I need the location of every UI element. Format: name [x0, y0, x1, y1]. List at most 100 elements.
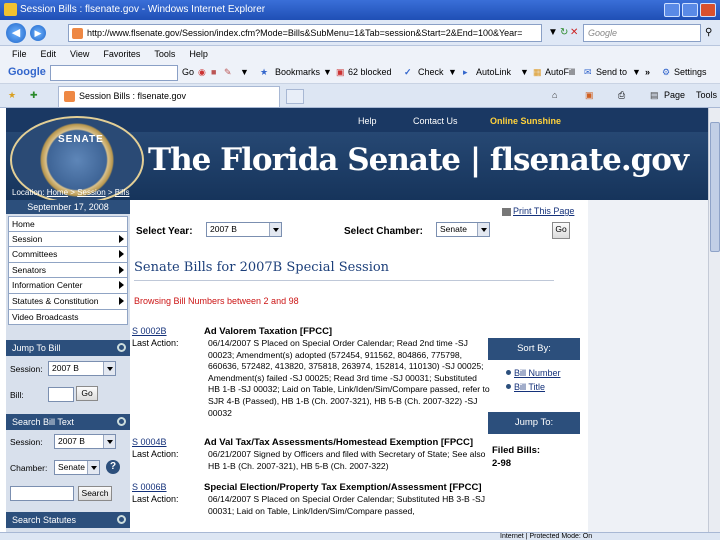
print-icon[interactable]: ⎙: [618, 90, 625, 101]
jump-to-header: Jump To:: [488, 412, 580, 434]
google-search-input[interactable]: [50, 65, 178, 81]
sidebar-item-home[interactable]: Home: [8, 216, 128, 232]
forward-button[interactable]: ▶: [30, 25, 46, 41]
search-session-select[interactable]: 2007 B: [54, 434, 116, 449]
vertical-scrollbar[interactable]: [708, 108, 720, 532]
menu-edit[interactable]: Edit: [37, 46, 67, 62]
nav-contact-link[interactable]: Contact Us: [413, 116, 458, 126]
pagerank-icon: ■: [211, 67, 217, 77]
google-go-button[interactable]: Go: [182, 67, 194, 77]
chevron-down-icon: [103, 362, 115, 375]
back-button[interactable]: ◀: [6, 23, 26, 43]
breadcrumb-sep: >: [70, 188, 75, 197]
sidebar-item-video[interactable]: Video Broadcasts: [8, 309, 128, 326]
main-content: Print This Page Select Year: 2007 B Sele…: [130, 200, 588, 532]
breadcrumb-session[interactable]: Session: [77, 188, 105, 197]
refresh-icon[interactable]: ↻: [560, 27, 568, 38]
favorites-star-icon[interactable]: ★: [8, 90, 16, 101]
help-icon[interactable]: ?: [106, 460, 120, 474]
menu-favorites[interactable]: Favorites: [99, 46, 150, 62]
nav-help-link[interactable]: Help: [358, 116, 377, 126]
check-button[interactable]: Check: [418, 67, 444, 77]
google-go-icon[interactable]: ◉: [198, 67, 206, 78]
sort-by-number-link[interactable]: Bill Number: [506, 366, 580, 380]
bill-title: Ad Valorem Taxation [FPCC]: [204, 326, 333, 337]
dropdown-arrow-icon[interactable]: ▼: [632, 67, 641, 77]
breadcrumb-bills[interactable]: Bills: [115, 188, 130, 197]
autofill-button[interactable]: AutoFill: [545, 67, 575, 77]
current-date: September 17, 2008: [6, 200, 130, 214]
menu-tools[interactable]: Tools: [150, 46, 185, 62]
stop-icon[interactable]: ✕: [570, 27, 578, 38]
sidebar-item-senators[interactable]: Senators: [8, 262, 128, 279]
sort-by-box: Sort By: Bill Number Bill Title: [488, 338, 580, 394]
bill-number-input[interactable]: [48, 387, 74, 402]
page-icon: ▤: [650, 90, 659, 100]
more-chevron[interactable]: »: [645, 67, 650, 77]
jump-session-select[interactable]: 2007 B: [48, 361, 116, 376]
tab-session-bills[interactable]: Session Bills : flsenate.gov: [58, 86, 280, 107]
select-chamber-dropdown[interactable]: Senate: [436, 222, 490, 237]
settings-icon: ⚙: [662, 67, 671, 77]
search-text-input[interactable]: [10, 486, 74, 501]
new-tab-button[interactable]: [286, 89, 304, 104]
sidebar-nav: Home Session Committees Senators Informa…: [8, 216, 128, 326]
dropdown-arrow-icon[interactable]: ▼: [240, 67, 249, 77]
session-label: Session:: [10, 364, 43, 374]
filed-bills-label: Filed Bills:: [492, 445, 541, 456]
bill-number-link[interactable]: S 0006B: [132, 482, 167, 492]
bill-number-link[interactable]: S 0004B: [132, 437, 167, 447]
close-button[interactable]: [700, 3, 716, 17]
menu-help[interactable]: Help: [185, 46, 218, 62]
dropdown-arrow-icon[interactable]: ▼: [520, 67, 529, 77]
maximize-button[interactable]: [682, 3, 698, 17]
dropdown-arrow-icon[interactable]: ▼: [323, 67, 332, 77]
spellcheck-icon: ✓: [404, 67, 412, 77]
bill-title: Special Election/Property Tax Exemption/…: [204, 482, 482, 493]
sidebar-item-statutes[interactable]: Statutes & Constitution: [8, 293, 128, 310]
feeds-icon[interactable]: ▣: [585, 90, 594, 101]
jump-go-button[interactable]: Go: [76, 386, 98, 401]
popup-icon[interactable]: ✎: [224, 67, 232, 78]
chevron-down-icon: [87, 461, 99, 474]
breadcrumb-home[interactable]: Home: [47, 188, 68, 197]
sidebar-item-committees[interactable]: Committees: [8, 247, 128, 263]
search-icon[interactable]: ⚲: [705, 27, 712, 38]
last-action-label: Last Action:: [132, 449, 179, 459]
sort-by-title-link[interactable]: Bill Title: [506, 380, 580, 394]
bill-last-action: 06/21/2007 Signed by Officers and filed …: [208, 449, 486, 471]
search-input[interactable]: Google: [583, 24, 701, 42]
add-favorite-icon[interactable]: ✚: [30, 90, 38, 101]
search-statutes-header: Search Statutes: [6, 512, 130, 528]
chevron-down-icon: [103, 435, 115, 448]
chamber-select[interactable]: Senate: [54, 460, 100, 475]
scrollbar-thumb[interactable]: [710, 122, 720, 252]
menu-view[interactable]: View: [66, 46, 99, 62]
sidebar-item-session[interactable]: Session: [8, 231, 128, 248]
nav-sunshine-link[interactable]: Online Sunshine: [490, 116, 561, 126]
menu-file[interactable]: File: [8, 46, 37, 62]
dropdown-arrow-icon[interactable]: ▼: [548, 27, 558, 38]
sendto-icon: ✉: [584, 67, 592, 77]
address-input[interactable]: http://www.flsenate.gov/Session/index.cf…: [68, 24, 542, 42]
tools-menu[interactable]: Tools: [696, 90, 717, 100]
popup-blocked-count[interactable]: 62 blocked: [348, 67, 392, 77]
home-icon[interactable]: ⌂: [552, 90, 557, 100]
page-menu[interactable]: Page: [664, 90, 685, 100]
autolink-button[interactable]: AutoLink: [476, 67, 511, 77]
sort-by-header: Sort By:: [488, 338, 580, 360]
sendto-button[interactable]: Send to: [596, 67, 627, 77]
dropdown-arrow-icon[interactable]: ▼: [448, 67, 457, 77]
bill-number-link[interactable]: S 0002B: [132, 326, 167, 336]
sidebar-item-information-center[interactable]: Information Center: [8, 278, 128, 294]
bookmarks-button[interactable]: Bookmarks: [275, 67, 320, 77]
site-brand: The Florida Senate | flsenate.gov: [148, 142, 689, 178]
settings-button[interactable]: Settings: [674, 67, 707, 77]
magnifier-icon: [117, 343, 126, 352]
main-go-button[interactable]: Go: [552, 222, 570, 239]
minimize-button[interactable]: [664, 3, 680, 17]
search-button[interactable]: Search: [78, 486, 112, 501]
select-year-dropdown[interactable]: 2007 B: [206, 222, 282, 237]
print-page-link[interactable]: Print This Page: [502, 206, 574, 216]
page-viewport: Help Contact Us Online Sunshine SENATE T…: [0, 108, 708, 532]
